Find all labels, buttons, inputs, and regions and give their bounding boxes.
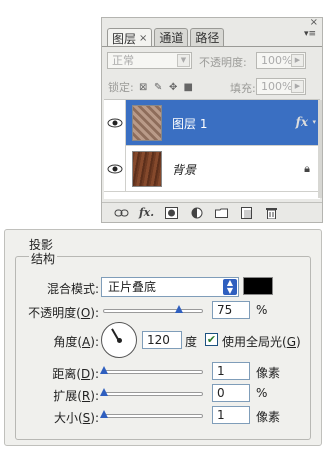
lock-icon: 🔒︎ (304, 162, 310, 175)
select-arrows-icon: ▲ ▼ (223, 279, 237, 295)
lock-position-icon[interactable]: ✥ (168, 82, 179, 93)
chevron-down-icon: ▼ (177, 54, 190, 67)
global-light-label[interactable]: 使用全局光(G) (222, 333, 301, 350)
add-mask-icon[interactable] (164, 206, 179, 220)
blend-mode-value: 正常 (112, 54, 134, 67)
angle-input[interactable]: 120 (142, 331, 182, 349)
tab-paths[interactable]: 路径 (190, 28, 225, 46)
drop-shadow-dialog: 投影 结构 混合模式: 正片叠底 ▲ ▼ 不透明度(O): 75 % 角度(A):… (4, 229, 322, 446)
panel-titlebar[interactable]: × (102, 18, 322, 28)
size-label: 大小(S): (53, 411, 99, 425)
angle-label: 角度(A): (53, 335, 99, 349)
tab-close-icon[interactable]: × (139, 33, 147, 44)
spread-input[interactable]: 0 (212, 384, 250, 402)
delete-layer-icon[interactable] (264, 206, 279, 220)
panel-close-icon[interactable]: × (310, 18, 318, 28)
spread-label: 扩展(R): (53, 389, 99, 403)
lock-label: 锁定: (108, 81, 134, 94)
angle-dial[interactable] (101, 322, 137, 358)
tab-label: 图层 (112, 31, 137, 46)
opacity-input[interactable]: 75 (212, 301, 250, 319)
tab-channels[interactable]: 通道 (154, 28, 189, 46)
distance-slider-knob[interactable] (100, 366, 108, 376)
size-unit: 像素 (256, 410, 281, 424)
fill-value: 100% (261, 80, 293, 93)
expand-arrow-icon[interactable]: ▾ (312, 118, 316, 126)
opacity-key: O (80, 306, 91, 320)
new-group-icon[interactable] (214, 206, 229, 220)
distance-slider[interactable] (100, 366, 203, 374)
chevron-right-icon: ▶ (291, 80, 304, 93)
angle-unit: 度 (185, 335, 198, 349)
lock-transparency-icon[interactable]: ⊠ (138, 82, 149, 93)
structure-title: 结构 (29, 250, 58, 267)
link-layers-icon[interactable] (114, 206, 129, 220)
new-layer-icon[interactable] (239, 206, 254, 220)
distance-input[interactable]: 1 (212, 362, 250, 380)
tab-label: 路径 (195, 31, 220, 45)
layer-name[interactable]: 背景 (172, 161, 196, 178)
blend-mode-label: 混合模式: (46, 282, 99, 296)
lock-row: 锁定: ⊠ ✎ ✥ ■ (108, 79, 194, 95)
layer-thumbnail (132, 151, 162, 187)
opacity-slider-knob[interactable] (175, 305, 183, 315)
opacity-label: 不透明度: (199, 56, 247, 69)
layer-row-background[interactable]: 背景 🔒︎ (104, 146, 320, 192)
lock-pixels-icon[interactable]: ✎ (153, 82, 164, 93)
lock-all-icon[interactable]: ■ (183, 82, 194, 93)
distance-label: 距离(D): (52, 367, 99, 381)
size-slider-knob[interactable] (100, 410, 108, 420)
scrollbar[interactable] (318, 100, 322, 198)
tab-label: 通道 (159, 31, 184, 45)
chevron-right-icon: ▶ (291, 54, 304, 67)
fill-field[interactable]: 100% ▶ (256, 78, 306, 95)
opacity-unit: % (256, 303, 268, 317)
distance-key: D (81, 367, 91, 381)
tab-divider (102, 46, 322, 47)
blend-mode-select[interactable]: 正常 ▼ (107, 52, 192, 69)
angle-dial-center (117, 338, 122, 343)
spread-slider[interactable] (100, 388, 203, 396)
layer-list: 图层 1 fx ▾ 背景 🔒︎ (104, 99, 320, 199)
size-input[interactable]: 1 (212, 406, 250, 424)
add-layer-style-icon[interactable]: fx. (139, 206, 154, 220)
fill-label: 填充: (230, 82, 256, 95)
shadow-blend-mode-select[interactable]: 正片叠底 ▲ ▼ (101, 277, 239, 297)
opacity-field[interactable]: 100% ▶ (256, 52, 306, 69)
layer-thumbnail (132, 105, 162, 141)
spread-slider-knob[interactable] (100, 388, 108, 398)
visibility-eye-icon[interactable] (104, 100, 126, 146)
layers-panel: × 图层 × 通道 路径 ▾≡ 正常 ▼ 不透明度: 100% ▶ 锁定: ⊠ … (101, 17, 323, 223)
tab-layers[interactable]: 图层 × (107, 28, 153, 47)
spread-unit: % (256, 386, 268, 400)
global-light-key: G (286, 335, 296, 349)
layer-name[interactable]: 图层 1 (172, 115, 207, 132)
shadow-blend-mode-value: 正片叠底 (108, 280, 157, 294)
size-slider[interactable] (100, 410, 203, 418)
opacity-label: 不透明度(O): (28, 306, 99, 320)
panel-menu-icon[interactable]: ▾≡ (304, 30, 316, 39)
layer-row-layer1[interactable]: 图层 1 fx ▾ (104, 100, 320, 146)
panel-tabs: 图层 × 通道 路径 (107, 28, 226, 47)
spread-key: R (81, 389, 91, 403)
global-light-checkbox[interactable]: ✔ (205, 333, 218, 346)
opacity-value: 100% (261, 54, 293, 67)
opacity-slider[interactable] (103, 305, 203, 313)
layer-effects-icon[interactable]: fx (296, 115, 308, 129)
adjustment-layer-icon[interactable] (189, 206, 204, 220)
shadow-color-swatch[interactable] (243, 277, 273, 295)
panel-footer: fx. (102, 202, 322, 222)
visibility-eye-icon[interactable] (104, 146, 126, 192)
distance-unit: 像素 (256, 366, 281, 380)
